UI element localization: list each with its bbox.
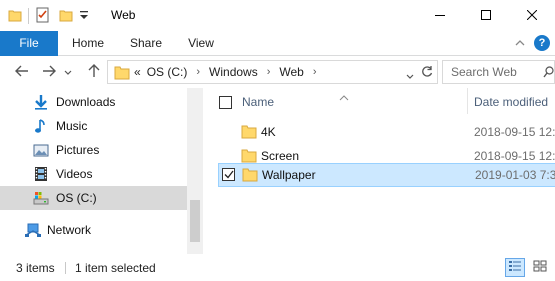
expand-ribbon-icon[interactable] — [514, 37, 526, 51]
select-all-checkbox[interactable] — [219, 96, 232, 109]
minimize-icon — [435, 9, 445, 23]
nav-item-label: Network — [47, 223, 92, 237]
breadcrumb-windows[interactable]: Windows — [209, 65, 258, 79]
nav-item-label: Pictures — [56, 143, 100, 157]
status-bar: 3 items 1 item selected — [0, 254, 555, 281]
refresh-button[interactable] — [418, 64, 436, 81]
selection-count: 1 item selected — [75, 261, 156, 275]
folder-icon — [241, 124, 257, 142]
minimize-button[interactable] — [417, 0, 463, 31]
maximize-button[interactable] — [463, 0, 509, 31]
breadcrumb: « OS (C:) › Windows › Web › — [134, 65, 326, 79]
chevron-right-icon[interactable]: › — [267, 66, 271, 78]
scrollbar-thumb[interactable] — [190, 200, 200, 242]
column-divider[interactable] — [467, 88, 468, 114]
drive-icon — [33, 190, 49, 206]
back-button[interactable] — [12, 62, 32, 82]
title-bar: Web — [0, 0, 555, 31]
tab-view[interactable]: View — [186, 31, 216, 56]
breadcrumb-drive[interactable]: OS (C:) — [147, 65, 188, 79]
file-name: Screen — [261, 149, 300, 163]
properties-icon[interactable] — [35, 7, 51, 26]
details-view-icon — [508, 260, 522, 275]
column-header-name[interactable]: Name — [242, 95, 274, 109]
status-divider — [65, 262, 66, 274]
window-title: Web — [111, 8, 136, 22]
address-history-icon[interactable] — [406, 69, 414, 83]
maximize-icon — [481, 9, 491, 23]
up-arrow-icon — [88, 63, 100, 81]
search-icon — [543, 66, 554, 81]
tab-home[interactable]: Home — [70, 31, 106, 56]
file-date: 2018-09-15 12:33 — [474, 125, 555, 139]
item-count: 3 items — [16, 261, 55, 275]
new-folder-icon[interactable] — [59, 8, 73, 25]
up-button[interactable] — [84, 62, 104, 82]
nav-item-label: OS (C:) — [56, 191, 97, 205]
nav-pane-scrollbar[interactable] — [187, 88, 203, 254]
quick-access-toolbar — [8, 6, 89, 26]
forward-button[interactable] — [39, 62, 59, 82]
film-strip-icon — [33, 166, 49, 182]
forward-arrow-icon — [42, 65, 56, 80]
nav-item-music[interactable]: Music — [0, 114, 187, 138]
network-icon — [24, 222, 41, 238]
file-name: 4K — [261, 125, 276, 139]
refresh-icon — [421, 65, 433, 80]
customize-toolbar-icon[interactable] — [79, 9, 89, 24]
nav-item-label: Downloads — [56, 95, 116, 109]
nav-item-downloads[interactable]: Downloads — [0, 90, 187, 114]
file-name: Wallpaper — [262, 168, 316, 182]
nav-item-label: Videos — [56, 167, 93, 181]
file-date: 2018-09-15 12:33 — [474, 149, 555, 163]
recent-locations-button[interactable] — [62, 62, 74, 82]
navigation-pane: Downloads Music Pictures Videos OS (C:) … — [0, 88, 203, 254]
help-icon[interactable]: ? — [534, 35, 550, 51]
file-list: Name Date modified 4K 2018-09-15 12:33 S… — [211, 88, 555, 254]
music-note-icon — [33, 118, 49, 134]
nav-item-os-drive[interactable]: OS (C:) — [0, 186, 187, 210]
details-view-button[interactable] — [505, 258, 525, 277]
nav-item-videos[interactable]: Videos — [0, 162, 187, 186]
list-item[interactable]: Wallpaper 2019-01-03 7:30 — [218, 163, 555, 187]
nav-item-network[interactable]: Network — [0, 218, 187, 242]
list-item[interactable]: 4K 2018-09-15 12:33 — [211, 120, 555, 144]
row-checkbox[interactable] — [222, 168, 235, 181]
large-icons-view-icon — [533, 260, 547, 275]
pane-splitter[interactable] — [203, 88, 211, 254]
tab-share[interactable]: Share — [128, 31, 164, 56]
close-icon — [526, 9, 538, 23]
search-box[interactable]: Search Web — [442, 60, 555, 84]
folder-icon — [242, 167, 258, 185]
search-input[interactable]: Search Web — [451, 65, 517, 79]
column-header-date[interactable]: Date modified — [474, 95, 548, 109]
chevron-down-icon — [64, 65, 72, 79]
back-arrow-icon — [15, 65, 29, 80]
column-header-row: Name Date modified — [211, 88, 555, 114]
breadcrumb-overflow[interactable]: « — [134, 65, 141, 79]
breadcrumb-web[interactable]: Web — [279, 65, 303, 79]
tab-file[interactable]: File — [0, 31, 58, 56]
file-date: 2019-01-03 7:30 — [475, 168, 555, 182]
sort-ascending-icon — [339, 90, 349, 104]
close-button[interactable] — [509, 0, 555, 31]
nav-item-label: Music — [56, 119, 88, 133]
pictures-icon — [33, 142, 49, 158]
ribbon-tabs: File Home Share View ? — [0, 31, 555, 56]
folder-icon[interactable] — [8, 8, 22, 25]
large-icons-view-button[interactable] — [530, 258, 550, 277]
folder-icon — [114, 65, 130, 83]
chevron-right-icon[interactable]: › — [196, 66, 200, 78]
qat-divider — [28, 8, 29, 24]
download-arrow-icon — [33, 94, 49, 110]
nav-item-pictures[interactable]: Pictures — [0, 138, 187, 162]
address-bar[interactable]: « OS (C:) › Windows › Web › — [107, 60, 438, 84]
chevron-right-icon[interactable]: › — [313, 66, 317, 78]
